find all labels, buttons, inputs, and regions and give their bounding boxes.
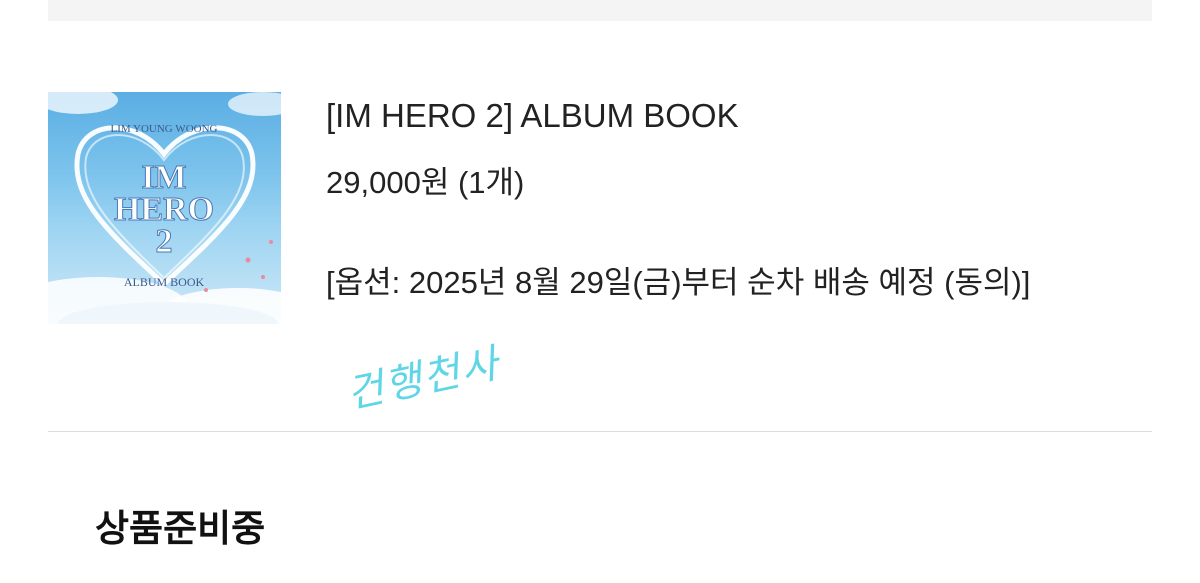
album-title-line-3: 2: [156, 223, 173, 260]
album-subtitle-text: ALBUM BOOK: [124, 275, 205, 289]
order-status-title: 상품준비중: [95, 508, 266, 549]
album-cover-art: LIM YOUNG WOONG IM HERO 2 ALBUM BOOK: [48, 92, 281, 324]
product-title[interactable]: [IM HERO 2] ALBUM BOOK: [326, 96, 739, 136]
petal-icon: [204, 288, 208, 292]
top-card-edge: [48, 0, 1152, 21]
product-thumbnail[interactable]: LIM YOUNG WOONG IM HERO 2 ALBUM BOOK: [48, 92, 281, 324]
album-artist-text: LIM YOUNG WOONG: [111, 123, 218, 135]
handwritten-annotation: 건행천사: [348, 340, 506, 418]
handwritten-text: 건행천사: [348, 340, 506, 418]
product-price: 29,000원 (1개): [326, 165, 525, 200]
product-option: [옵션: 2025년 8월 29일(금)부터 순차 배송 예정 (동의)]: [326, 265, 1031, 300]
petal-icon: [245, 257, 251, 263]
cloud-shape: [48, 92, 118, 114]
petal-icon: [269, 240, 273, 244]
petal-icon: [261, 275, 265, 279]
cloud-shape: [228, 92, 281, 116]
section-divider: [48, 431, 1152, 432]
